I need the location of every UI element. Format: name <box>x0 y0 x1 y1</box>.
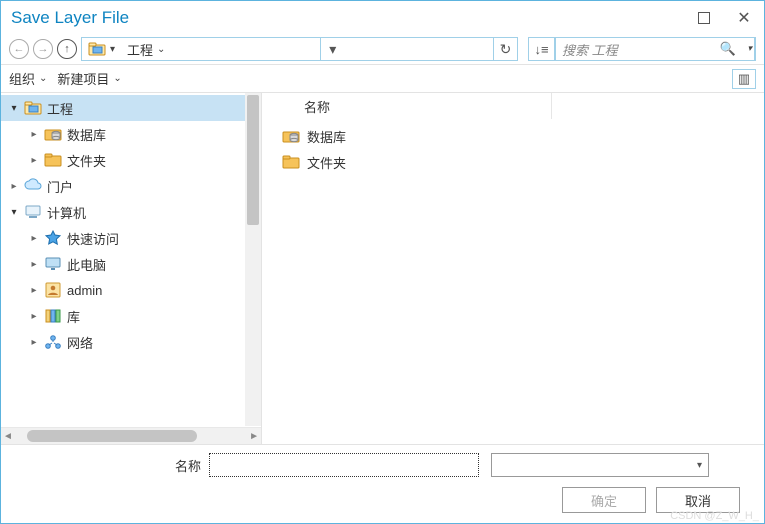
scroll-thumb[interactable] <box>27 430 197 442</box>
tree-item[interactable]: ▸库 <box>1 303 261 329</box>
tree-item-label: 此电脑 <box>67 255 106 274</box>
tree-item[interactable]: ▸ 快速访问 <box>1 225 261 251</box>
path-segment[interactable]: 工程 ⌄ <box>121 38 171 60</box>
name-input[interactable] <box>209 453 479 477</box>
path-label: 工程 <box>127 40 153 59</box>
tree-item-label: admin <box>67 283 102 298</box>
tree-item-label: 工程 <box>47 99 73 118</box>
back-button[interactable]: ← <box>9 39 29 59</box>
window-title: Save Layer File <box>11 8 684 28</box>
chevron-down-icon[interactable]: ▾ <box>747 43 752 54</box>
path-box[interactable]: ▾ 工程 ⌄ ▾ ↻ <box>81 37 518 61</box>
computer-icon <box>24 204 42 220</box>
content-panel: 名称 数据库文件夹 <box>262 93 764 444</box>
organize-label: 组织 <box>9 69 35 88</box>
new-item-label: 新建项目 <box>57 69 109 88</box>
expand-icon[interactable]: ▾ <box>9 207 19 218</box>
chevron-down-icon: ⌄ <box>113 73 121 84</box>
chevron-down-icon: ▾ <box>110 44 115 55</box>
list-item[interactable]: 文件夹 <box>262 149 764 175</box>
tree-item[interactable]: ▸ admin <box>1 277 261 303</box>
tree-item-label: 文件夹 <box>67 151 106 170</box>
user-icon <box>44 282 62 298</box>
content-list: 数据库文件夹 <box>262 119 764 179</box>
expand-icon[interactable]: ▾ <box>9 103 19 114</box>
expand-icon[interactable]: ▸ <box>29 285 39 296</box>
forward-button[interactable]: → <box>33 39 53 59</box>
organize-menu[interactable]: 组织 ⌄ <box>9 69 47 88</box>
path-root-icon[interactable]: ▾ <box>82 38 121 60</box>
vertical-scrollbar[interactable] <box>245 93 261 426</box>
search-icon: 🔍 <box>720 41 736 57</box>
folder-map-icon <box>24 100 42 116</box>
monitor-icon <box>44 256 62 272</box>
up-button[interactable]: ↑ <box>57 39 77 59</box>
tree-item-label: 数据库 <box>67 125 106 144</box>
list-item[interactable]: 数据库 <box>262 123 764 149</box>
tree-panel: ▾工程▸数据库▸文件夹▸门户▾计算机▸快速访问▸此电脑▸admin▸库▸网络 ◄… <box>1 93 262 444</box>
tree-item[interactable]: ▸ 门户 <box>1 173 261 199</box>
footer: 名称 ▾ 确定 取消 <box>1 444 764 523</box>
folder-icon <box>44 152 62 168</box>
horizontal-scrollbar[interactable]: ◄► <box>1 427 261 444</box>
name-row: 名称 ▾ <box>1 453 748 477</box>
nav-toolbar: ← → ↑ ▾ 工程 ⌄ ▾ ↻ ↓≡ 搜索 工程 🔍 ▾ <box>1 34 764 64</box>
tree-item[interactable]: ▸ 网络 <box>1 329 261 355</box>
sort-box: ↓≡ 搜索 工程 🔍 ▾ <box>528 37 756 61</box>
expand-icon[interactable]: ▸ <box>29 259 39 270</box>
refresh-button[interactable]: ↻ <box>493 38 517 60</box>
button-row: 确定 取消 <box>1 487 748 513</box>
maximize-button[interactable] <box>684 3 724 33</box>
database-icon <box>282 128 300 144</box>
tree-item-label: 门户 <box>47 177 73 196</box>
tree-item-label: 网络 <box>67 333 93 352</box>
watermark: CSDN @Z_W_H_ <box>670 510 759 522</box>
star-icon <box>44 230 62 246</box>
sort-button[interactable]: ↓≡ <box>529 38 555 60</box>
tree-item[interactable]: ▾ 计算机 <box>1 199 261 225</box>
list-item-label: 文件夹 <box>307 153 346 172</box>
name-label: 名称 <box>121 456 201 475</box>
view-mode-button[interactable]: ▥ <box>732 69 756 89</box>
chevron-down-icon: ⌄ <box>39 73 47 84</box>
expand-icon[interactable]: ▸ <box>29 311 39 322</box>
type-dropdown[interactable]: ▾ <box>491 453 709 477</box>
expand-icon[interactable]: ▸ <box>9 181 19 192</box>
tree-item[interactable]: ▸ 文件夹 <box>1 147 261 173</box>
database-icon <box>44 126 62 142</box>
main-area: ▾工程▸数据库▸文件夹▸门户▾计算机▸快速访问▸此电脑▸admin▸库▸网络 ◄… <box>1 92 764 444</box>
scroll-thumb[interactable] <box>247 95 259 225</box>
tree-item[interactable]: ▸ 此电脑 <box>1 251 261 277</box>
network-icon <box>44 334 62 350</box>
tree-item-label: 库 <box>67 307 80 326</box>
expand-icon[interactable]: ▸ <box>29 129 39 140</box>
options-bar: 组织 ⌄ 新建项目 ⌄ ▥ <box>1 64 764 92</box>
tree: ▾工程▸数据库▸文件夹▸门户▾计算机▸快速访问▸此电脑▸admin▸库▸网络 <box>1 93 261 427</box>
chevron-down-icon: ⌄ <box>157 44 165 55</box>
search-placeholder: 搜索 工程 <box>562 40 618 59</box>
tree-item-label: 计算机 <box>47 203 86 222</box>
expand-icon[interactable]: ▸ <box>29 155 39 166</box>
close-button[interactable]: ✕ <box>724 3 764 33</box>
folder-icon <box>282 154 300 170</box>
libraries-icon <box>44 308 62 324</box>
expand-icon[interactable]: ▸ <box>29 337 39 348</box>
tree-item[interactable]: ▸ 数据库 <box>1 121 261 147</box>
tree-item[interactable]: ▾ 工程 <box>1 95 261 121</box>
expand-icon[interactable]: ▸ <box>29 233 39 244</box>
column-name[interactable]: 名称 <box>262 93 552 119</box>
cloud-icon <box>24 178 42 194</box>
path-dropdown-button[interactable]: ▾ <box>320 38 344 60</box>
tree-item-label: 快速访问 <box>67 229 119 248</box>
list-item-label: 数据库 <box>307 127 346 146</box>
search-input[interactable]: 搜索 工程 🔍 ▾ <box>555 37 755 61</box>
content-header: 名称 <box>262 93 764 119</box>
titlebar: Save Layer File ✕ <box>1 1 764 34</box>
new-item-menu[interactable]: 新建项目 ⌄ <box>57 69 121 88</box>
ok-button[interactable]: 确定 <box>562 487 646 513</box>
